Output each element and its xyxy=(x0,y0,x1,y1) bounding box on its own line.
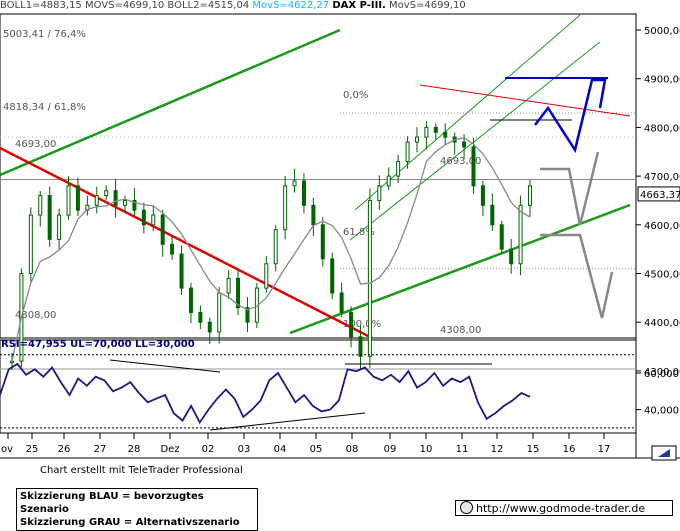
candle-body xyxy=(320,224,325,260)
candle-body xyxy=(179,253,184,289)
x-tick-label: 10 xyxy=(420,444,433,455)
candle-body xyxy=(499,224,504,250)
candle-body xyxy=(443,131,448,138)
candle-body xyxy=(66,185,71,216)
candle-body xyxy=(226,277,231,294)
fib-label: 4818,34 / 61,8% xyxy=(3,102,86,113)
x-tick-label: 05 xyxy=(310,444,323,455)
candle-body xyxy=(170,243,175,255)
x-tick-label: 09 xyxy=(384,444,397,455)
candle-body xyxy=(414,136,419,143)
source-url: http://www.godmode-trader.de xyxy=(476,502,646,515)
y-tick-label: 4600,00 xyxy=(644,221,680,232)
candle-body xyxy=(490,204,495,226)
candle-body xyxy=(264,263,269,289)
candle-body xyxy=(518,204,523,265)
rsi-y-tick-label: 40,000 xyxy=(644,406,679,417)
candle-body xyxy=(10,360,14,364)
candle-body xyxy=(433,126,438,133)
candle-body xyxy=(367,199,372,357)
candle-body xyxy=(339,292,344,313)
candle-body xyxy=(198,311,203,323)
x-tick-label: 15 xyxy=(527,444,540,455)
candle-body xyxy=(405,141,410,162)
candle-body xyxy=(349,311,354,338)
x-tick-label: Dez xyxy=(160,444,179,455)
legend-blue: Skizzierung BLAU = bevorzugtes Szenario xyxy=(20,491,204,515)
x-tick-label: 17 xyxy=(598,444,611,455)
candle-body xyxy=(217,292,222,333)
y-tick-label: 4400,00 xyxy=(644,318,680,329)
candle-body xyxy=(160,214,165,245)
chart-credit: Chart erstellt mit TeleTrader Profession… xyxy=(40,465,243,476)
x-tick-label: 25 xyxy=(26,444,39,455)
candle-body xyxy=(75,185,80,211)
candle-body xyxy=(283,185,288,231)
candle-body xyxy=(462,141,467,148)
candle-body xyxy=(471,146,476,187)
candle-body xyxy=(396,160,401,177)
candle-body xyxy=(38,195,43,216)
candle-body xyxy=(424,126,429,138)
x-tick-label: 11 xyxy=(456,444,469,455)
x-tick-label: 04 xyxy=(274,444,287,455)
candle-body xyxy=(273,229,278,265)
candle-body xyxy=(141,209,146,226)
candle-body xyxy=(311,204,316,226)
x-tick-label: 26 xyxy=(58,444,71,455)
candle-body xyxy=(47,195,52,240)
candle-body xyxy=(528,185,532,206)
candle-body xyxy=(28,214,33,274)
y-tick-label: 4900,00 xyxy=(644,75,680,86)
fib-label: 0,0% xyxy=(343,90,368,101)
last-price-label: 4663,37 xyxy=(640,190,680,201)
y-tick-label: 5000,00 xyxy=(644,26,680,37)
chart-canvas: 5000,00 4900,00 4800,00 4700,00 4600,00 4500,… xyxy=(0,13,680,461)
rsi-y-tick-label: 60,000 xyxy=(644,369,679,380)
candle-body xyxy=(188,287,193,313)
candle-body xyxy=(94,195,99,206)
x-tick-label: 08 xyxy=(346,444,359,455)
candle-body xyxy=(330,258,335,294)
y-tick-label: 4800,00 xyxy=(644,123,680,134)
x-tick-label: 27 xyxy=(94,444,107,455)
candle-body xyxy=(292,180,297,187)
candle-body xyxy=(386,175,391,187)
rsi-panel xyxy=(0,339,637,434)
fib-label: 100,0% xyxy=(343,319,381,330)
x-tick-label: 28 xyxy=(128,444,141,455)
candle-body xyxy=(509,248,514,265)
y-tick-label: 4500,00 xyxy=(644,270,680,281)
x-tick-label: 12 xyxy=(491,444,504,455)
x-tick-label: 16 xyxy=(563,444,576,455)
y-tick-label: 4700,00 xyxy=(644,172,680,183)
candle-body xyxy=(151,214,156,226)
candle-body xyxy=(123,199,128,206)
candle-body xyxy=(57,214,62,240)
x-tick-label: 03 xyxy=(238,444,251,455)
fib-label: 4693,00 xyxy=(15,139,56,150)
x-tick-label: 02 xyxy=(202,444,215,455)
x-tick-label: ov xyxy=(1,444,13,455)
rsi-title: RSI=47,955 UL=70,000 LL=30,000 xyxy=(1,339,195,350)
candle-body xyxy=(358,336,363,357)
candle-body xyxy=(480,185,485,206)
scenario-legend: Skizzierung BLAU = bevorzugtes Szenario … xyxy=(16,488,258,531)
candle-body xyxy=(301,180,306,206)
candle-body xyxy=(104,190,109,197)
candle-body xyxy=(377,185,382,201)
source-link[interactable]: http://www.godmode-trader.de xyxy=(455,500,673,516)
fib-label: 5003,41 / 76,4% xyxy=(3,29,86,40)
globe-icon xyxy=(460,501,473,514)
legend-gray: Skizzierung GRAU = Alternativszenario xyxy=(20,517,240,528)
fib-label: 4308,00 xyxy=(440,325,481,336)
price-panel xyxy=(0,13,637,339)
candle-body xyxy=(113,190,118,206)
candle-body xyxy=(207,321,212,333)
